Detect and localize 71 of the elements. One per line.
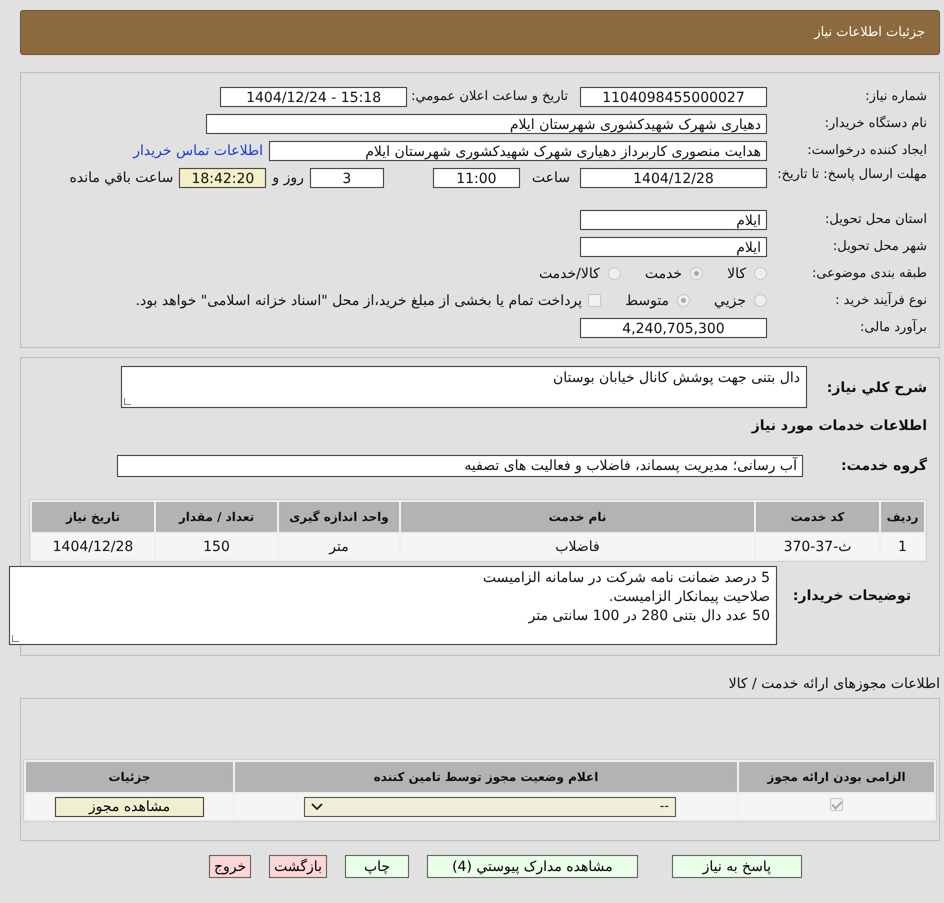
- action-button[interactable]: پاسخ به نیاز: [672, 855, 802, 878]
- page-title: جزئیات اطلاعات نیاز: [814, 25, 925, 40]
- text-field[interactable]: 4,240,705,300: [580, 318, 767, 338]
- section-title: اطلاعات خدمات مورد نیاز: [750, 418, 927, 434]
- radio-button[interactable]: [754, 294, 767, 307]
- table-cell: فاضلاب: [401, 534, 754, 559]
- contact-link[interactable]: اطلاعات تماس خریدار: [133, 142, 263, 158]
- field-label: برآورد مالی:: [859, 320, 927, 335]
- action-button[interactable]: بازگشت: [269, 855, 327, 878]
- option-label: متوسط: [625, 292, 670, 308]
- field-label: شرح کلي نیاز:: [826, 379, 927, 396]
- option-label: جزيي: [714, 292, 746, 308]
- notes-field[interactable]: 5 درصد ضمانت نامه شرکت در سامانه الزامیست صلاحیت پیمانکار الزامیست. 50 عدد دال بتنی 280 در 100 سانتی متر: [9, 566, 777, 645]
- field-label: گروه خدمت:: [840, 458, 927, 474]
- text-field[interactable]: ایلام: [580, 210, 767, 230]
- column-header: تاریخ نیاز: [32, 502, 154, 532]
- resize-grip-icon: [124, 398, 131, 405]
- text-field[interactable]: 3: [310, 168, 384, 188]
- column-header: نام خدمت: [401, 502, 754, 532]
- checkbox-label: پرداخت تمام یا بخشی از مبلغ خرید،از محل "اسناد خزانه اسلامی" خواهد بود.: [134, 292, 584, 308]
- field-label: طبقه بندی موضوعی:: [810, 266, 927, 281]
- caret-icon: [311, 802, 323, 810]
- text-field[interactable]: 11:00: [432, 168, 520, 188]
- radio-button[interactable]: [677, 294, 690, 307]
- text-field[interactable]: 1404/12/24 - 15:18: [220, 86, 408, 106]
- days-label: روز و: [270, 170, 305, 186]
- table-cell: متر: [279, 534, 399, 559]
- field-label: شهر محل تحویل:: [832, 239, 927, 254]
- text-field[interactable]: آب رسانی؛ مدیریت پسماند، فاضلاب و فعالیت های تصفیه: [117, 454, 803, 476]
- field-label: مهلت ارسال پاسخ: تا تاریخ:: [776, 166, 927, 183]
- remaining-label: ساعت باقي مانده: [68, 170, 174, 186]
- option-label: كالا/خدمت: [538, 266, 600, 282]
- action-button[interactable]: مشاهده مدارک پیوستي (4): [427, 855, 638, 878]
- option-label: خدمت: [644, 266, 682, 282]
- view-permit-button[interactable]: مشاهده مجوز: [55, 796, 204, 816]
- radio-button[interactable]: [754, 267, 767, 280]
- text-field[interactable]: 1404/12/28: [580, 168, 767, 188]
- table-cell: 1404/12/28: [32, 534, 154, 559]
- resize-grip-icon: [12, 635, 19, 642]
- text-field[interactable]: 1104098455000027: [580, 86, 767, 106]
- checkbox[interactable]: [588, 294, 602, 307]
- text-field[interactable]: ایلام: [580, 236, 767, 256]
- action-button[interactable]: خروج: [208, 855, 252, 878]
- column-header: جزئیات: [26, 762, 233, 792]
- text-field[interactable]: هدایت منصوری کاربرداز دهیاری شهرک شهیدکشوری شهرستان ایلام: [269, 140, 767, 160]
- radio-button[interactable]: [690, 267, 704, 280]
- field-label: ایجاد کننده درخواست:: [806, 143, 927, 158]
- field-label: توضیحات خریدار:: [792, 587, 912, 606]
- status-dropdown[interactable]: --: [304, 796, 676, 816]
- section-title: اطلاعات مجوزهای ارائه خدمت / کالا: [728, 676, 940, 692]
- column-header: اعلام وضعیت مجوز توسط تامین کننده: [235, 762, 737, 792]
- field-label: استان محل تحویل:: [824, 212, 927, 227]
- radio-button[interactable]: [608, 267, 621, 280]
- action-button[interactable]: چاپ: [344, 855, 410, 878]
- column-header: کد خدمت: [756, 502, 879, 532]
- field-label: تاریخ و ساعت اعلان عمومي:: [411, 89, 568, 104]
- table-cell: 1: [881, 534, 924, 559]
- column-header: واحد اندازه گیری: [279, 502, 399, 532]
- countdown-field[interactable]: 18:42:20: [179, 168, 266, 188]
- column-header: تعداد / مقدار: [156, 502, 277, 532]
- column-header: ردیف: [881, 502, 924, 532]
- table-cell: 150: [156, 534, 277, 559]
- option-label: كالا: [727, 266, 746, 282]
- field-label: نام دستگاه خریدار:: [824, 116, 927, 131]
- time-label: ساعت: [530, 170, 571, 186]
- field-label: شماره نیاز:: [864, 89, 927, 104]
- description-field[interactable]: دال بتنی جهت پوشش کانال خیابان بوستان: [121, 366, 807, 408]
- text-field[interactable]: دهیاری شهرک شهیدکشوری شهرستان ایلام: [206, 114, 767, 134]
- table-cell: ث-37-370: [756, 534, 879, 559]
- column-header: الزامی بودن ارائه مجوز: [739, 762, 934, 792]
- field-label: نوع فرآیند خرید :: [834, 293, 927, 308]
